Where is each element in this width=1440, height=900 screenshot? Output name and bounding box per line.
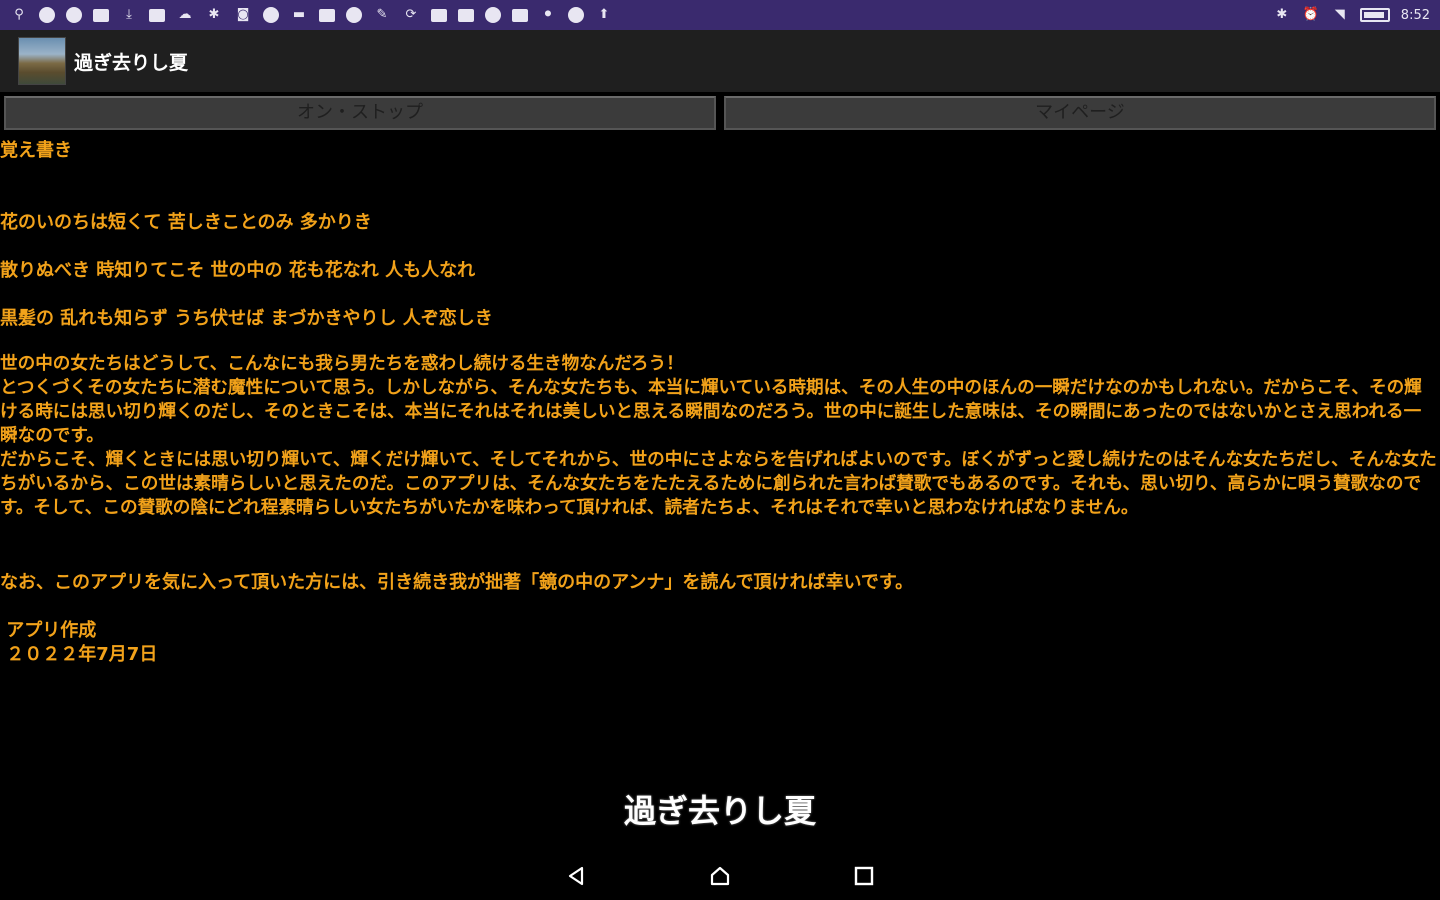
cloud-icon: ☁ (178, 7, 192, 22)
navigation-bar (0, 852, 1440, 900)
gallery-icon (512, 8, 528, 22)
youtube-icon (319, 8, 335, 22)
location-icon (485, 7, 501, 23)
mic-icon: ⚫ (542, 7, 554, 22)
system-icons: ✱ ⏰ ◥ 8:52 (1273, 6, 1430, 24)
tab-my-page[interactable]: マイページ (724, 96, 1436, 130)
plus-icon (263, 7, 279, 23)
signature-date: ２０２２年7月7日 (0, 644, 158, 665)
recents-icon[interactable] (850, 862, 878, 890)
poem-line: 花のいのちは短くて 苦しきことのみ 多かりき (0, 212, 372, 233)
battery-icon (1359, 8, 1390, 22)
tv-icon (431, 8, 447, 22)
image-icon (93, 8, 109, 22)
alarm-icon: ⏰ (1302, 7, 1319, 22)
record-icon (568, 7, 584, 23)
app-title: 過ぎ去りし夏 (74, 51, 189, 74)
tab-bar: オン・ストップ マイページ (4, 96, 1436, 130)
bottom-title: 過ぎ去りし夏 (623, 792, 816, 830)
keyboard-icon (458, 8, 474, 22)
watch-icon: ◙ (236, 7, 250, 22)
body-text: 世の中の女たちはどうして、こんなにも我ら男たちを惑わし続ける生き物なんだろう！ … (0, 354, 1437, 518)
notification-icons: ⚲ ⤓ ☁ ✱ ◙ ▬ ✎ ⟳ ⚫ ⬆ (10, 6, 613, 24)
sync-icon: ⟳ (405, 7, 417, 22)
usb-icon: ⚲ (14, 7, 24, 22)
bluetooth-icon: ✱ (1276, 7, 1288, 22)
page-title: 覚え書き (0, 140, 72, 161)
chrome-icon (66, 7, 82, 23)
upload-icon: ⬆ (598, 7, 610, 22)
download-icon: ⤓ (126, 7, 132, 22)
wifi-icon: ◥ (1334, 7, 1345, 22)
poem-line: 散りぬべき 時知りてこそ 世の中の 花も花なれ 人も人なれ (0, 260, 476, 281)
globe-icon (39, 7, 55, 23)
bluetooth-icon: ✱ (208, 7, 220, 22)
calendar-icon (149, 8, 165, 22)
home-icon[interactable] (706, 862, 734, 890)
app-icon[interactable] (18, 37, 66, 85)
poem-line: 黒髪の 乱れも知らず うち伏せば まづかきやりし 人ぞ恋しき (0, 308, 493, 329)
clock: 8:52 (1400, 7, 1430, 23)
note-text: なお、このアプリを気に入って頂いた方には、引き続き我が拙著「鏡の中のアンナ」を読… (0, 572, 914, 593)
photos-icon (346, 7, 362, 23)
mail-icon: ▬ (292, 7, 306, 22)
status-bar: ⚲ ⤓ ☁ ✱ ◙ ▬ ✎ ⟳ ⚫ ⬆ ✱ ⏰ ◥ 8:52 (0, 0, 1440, 30)
signature-author: アプリ作成 (0, 620, 97, 641)
edit-icon: ✎ (376, 7, 388, 22)
back-icon[interactable] (562, 862, 590, 890)
tab-on-stop[interactable]: オン・ストップ (4, 96, 716, 130)
action-bar: 過ぎ去りし夏 (0, 30, 1440, 92)
